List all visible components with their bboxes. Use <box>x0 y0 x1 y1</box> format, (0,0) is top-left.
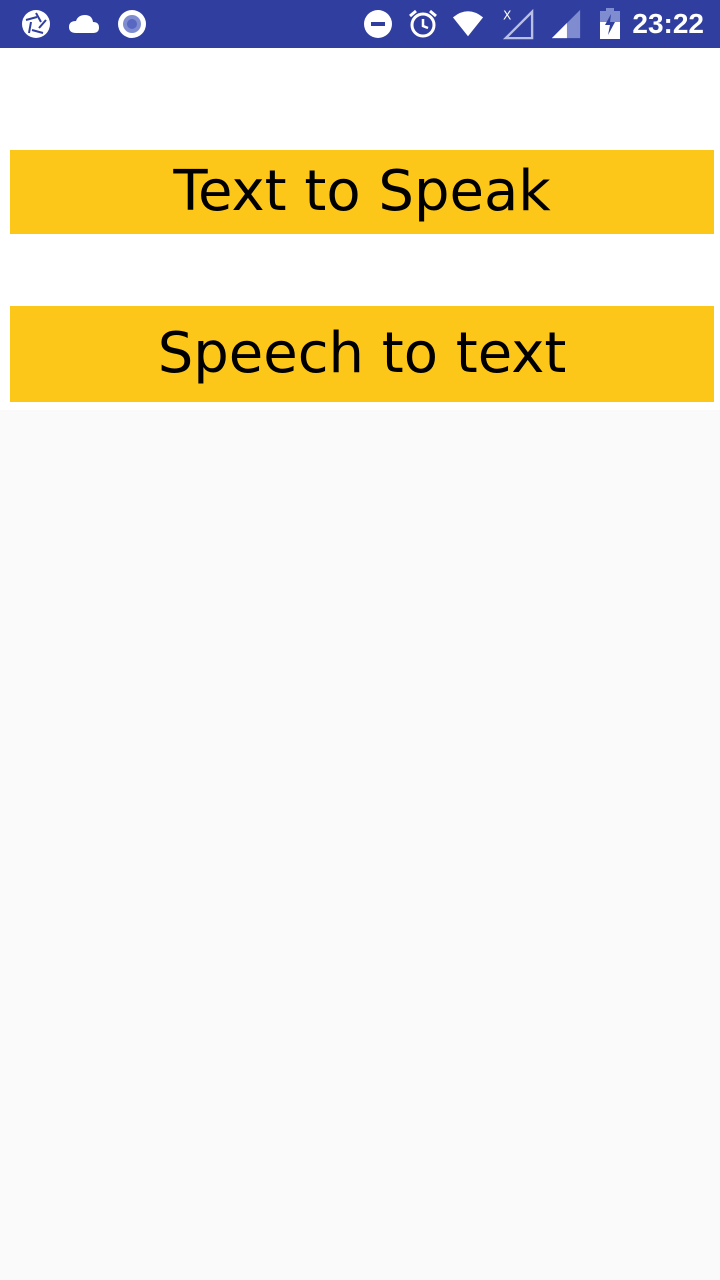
aperture-icon <box>20 8 52 40</box>
main-content: Text to Speak Speech to text <box>0 48 720 410</box>
radio-record-icon <box>116 8 148 40</box>
signal-icon <box>550 8 582 40</box>
status-time: 23:22 <box>632 8 704 39</box>
mobile-data-off-icon: X <box>502 8 534 40</box>
battery-charging-icon <box>594 8 626 40</box>
wifi-icon <box>452 8 484 40</box>
svg-text:X: X <box>503 8 511 22</box>
speech-to-text-button[interactable]: Speech to text <box>10 306 714 402</box>
text-to-speak-label: Text to Speak <box>173 159 551 224</box>
text-to-speak-button[interactable]: Text to Speak <box>10 150 714 234</box>
speech-to-text-label: Speech to text <box>157 321 567 386</box>
cloud-icon <box>68 8 100 40</box>
status-bar: X 23:22 <box>0 0 720 48</box>
do-not-disturb-icon <box>362 8 394 40</box>
alarm-clock-icon <box>407 8 439 40</box>
